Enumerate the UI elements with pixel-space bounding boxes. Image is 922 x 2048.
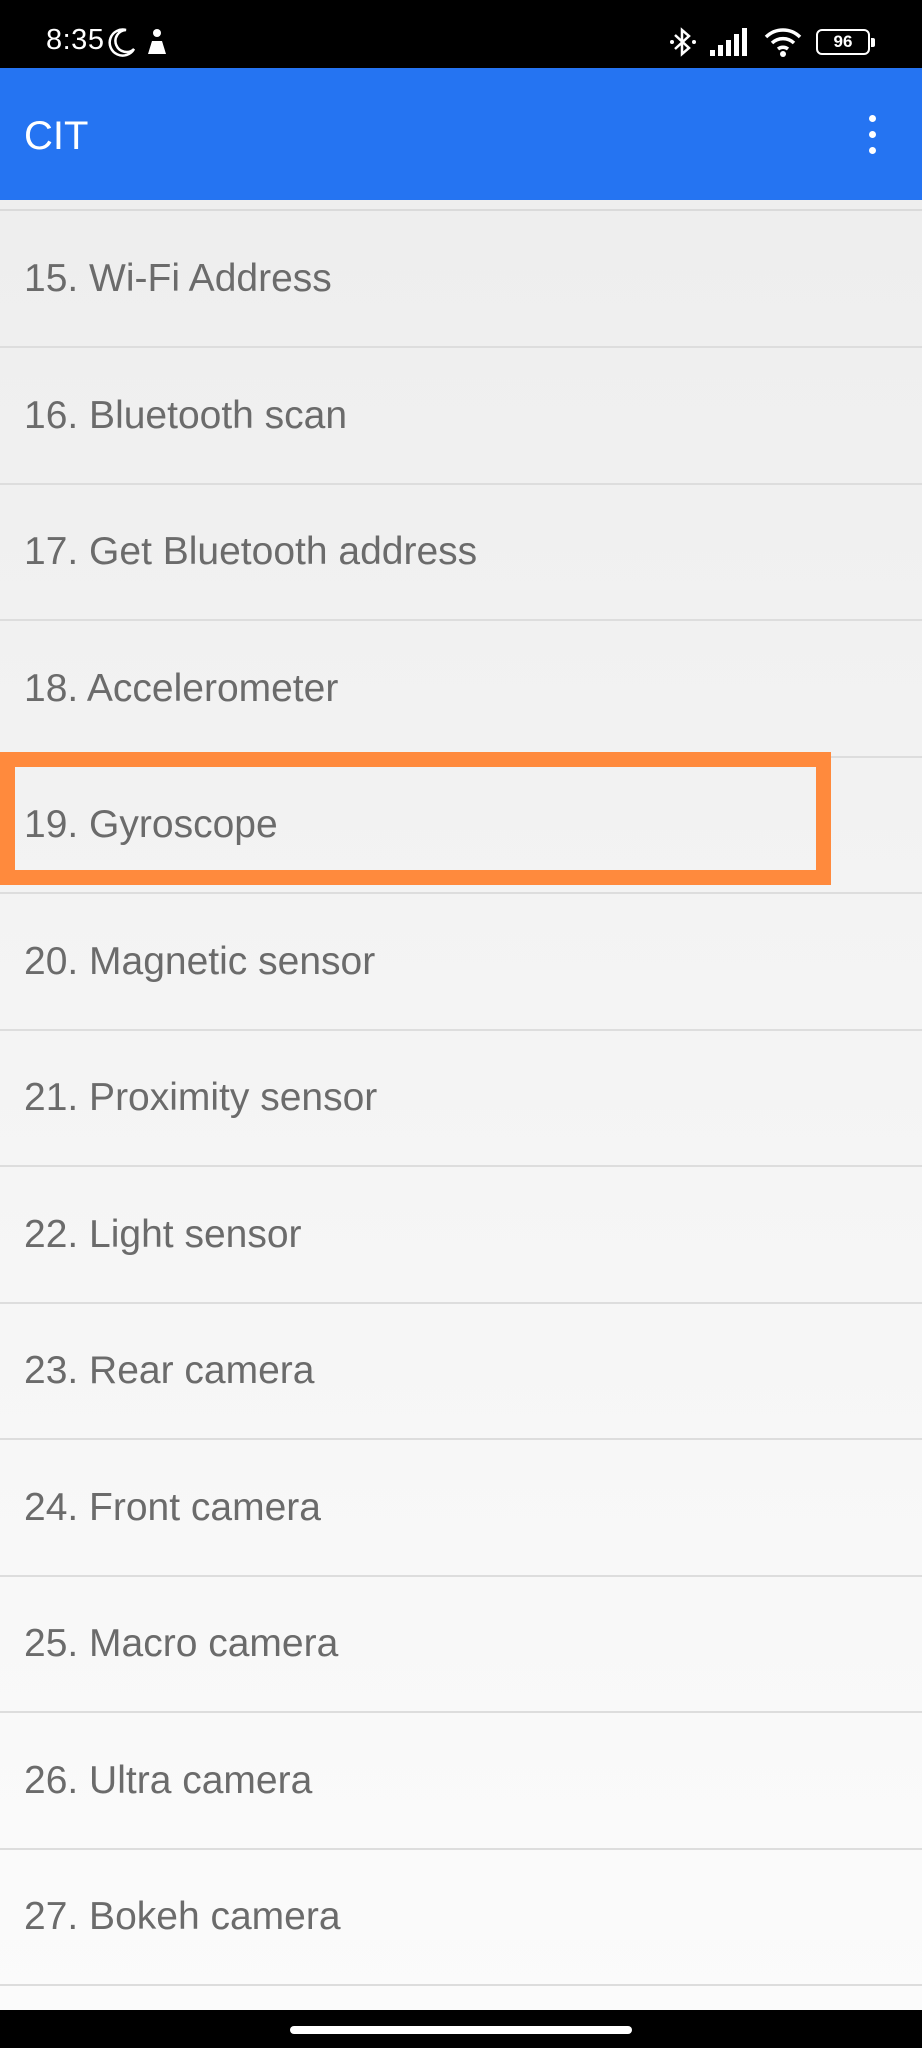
- list-item-proximity-sensor[interactable]: 21. Proximity sensor: [0, 1030, 922, 1167]
- list-item-light-sensor[interactable]: 22. Light sensor: [0, 1167, 922, 1304]
- list-item-wifi-address[interactable]: 15. Wi-Fi Address: [0, 211, 922, 348]
- list-item-label: 22. Light sensor: [24, 1212, 302, 1256]
- moon-icon: [108, 27, 136, 57]
- signal-icon: [710, 28, 750, 56]
- list-item-accelerometer[interactable]: 18. Accelerometer: [0, 621, 922, 758]
- status-left-icons: [108, 26, 170, 58]
- list-item-label: 24. Front camera: [24, 1485, 321, 1529]
- list-item-front-camera[interactable]: 24. Front camera: [0, 1440, 922, 1577]
- list-item-ultra-camera[interactable]: 26. Ultra camera: [0, 1713, 922, 1850]
- accessibility-icon: [144, 27, 170, 57]
- list-item-label: 16. Bluetooth scan: [24, 393, 348, 437]
- list-item-label: 23. Rear camera: [24, 1348, 315, 1392]
- list-item-bluetooth-address[interactable]: 17. Get Bluetooth address: [0, 484, 922, 621]
- list-item-label: 15. Wi-Fi Address: [24, 256, 332, 300]
- battery-level: 96: [833, 32, 853, 51]
- more-vert-icon[interactable]: [842, 104, 902, 164]
- list-item-rear-camera[interactable]: 23. Rear camera: [0, 1303, 922, 1440]
- list-item-bluetooth-scan[interactable]: 16. Bluetooth scan: [0, 348, 922, 485]
- status-right-icons: 96: [670, 26, 875, 58]
- list-item-gyroscope[interactable]: 19. Gyroscope: [0, 757, 922, 894]
- home-gesture-handle[interactable]: [290, 2026, 632, 2034]
- list-item-magnetic-sensor[interactable]: 20. Magnetic sensor: [0, 894, 922, 1031]
- wifi-icon: [764, 27, 802, 57]
- list-item-label: 26. Ultra camera: [24, 1758, 313, 1802]
- list-item-label: 17. Get Bluetooth address: [24, 529, 478, 573]
- battery-icon: 96: [816, 29, 875, 55]
- status-time: 8:35: [46, 24, 105, 56]
- app-title: CIT: [24, 114, 89, 158]
- list-item-label: 18. Accelerometer: [24, 666, 339, 710]
- list-item-label: 25. Macro camera: [24, 1621, 339, 1665]
- test-list: 15. Wi-Fi Address 16. Bluetooth scan 17.…: [0, 200, 922, 2010]
- list-item-label: 19. Gyroscope: [24, 802, 278, 846]
- app-bar: CIT: [0, 68, 922, 200]
- navigation-bar: [0, 2010, 922, 2048]
- bluetooth-icon: [670, 26, 696, 58]
- list-item-macro-camera[interactable]: 25. Macro camera: [0, 1576, 922, 1713]
- list-item-bokeh-camera[interactable]: 27. Bokeh camera: [0, 1849, 922, 1986]
- status-bar: 8:35 96: [0, 0, 922, 68]
- list-item-label: 27. Bokeh camera: [24, 1894, 341, 1938]
- list-item-label: 21. Proximity sensor: [24, 1075, 378, 1119]
- list-item-label: 20. Magnetic sensor: [24, 939, 376, 983]
